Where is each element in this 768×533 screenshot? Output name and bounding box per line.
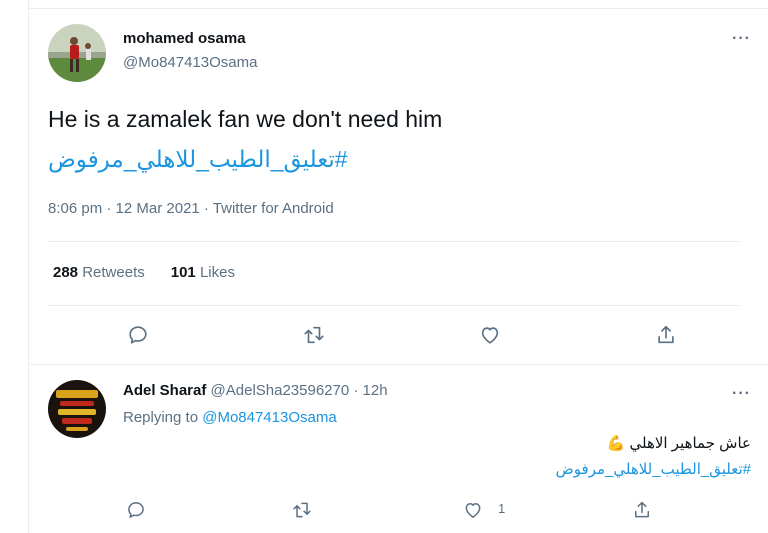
retweet-icon[interactable]	[289, 497, 315, 523]
replying-to-link[interactable]: @Mo847413Osama	[202, 409, 336, 426]
reply-time[interactable]: · 12h	[353, 382, 387, 399]
author-name[interactable]: mohamed osama	[123, 30, 246, 47]
retweet-icon[interactable]	[301, 322, 327, 348]
muscle-emoji: 💪	[606, 435, 626, 452]
like-count: 101	[170, 264, 196, 281]
replying-prefix: Replying to	[123, 409, 199, 426]
likes-stat[interactable]: 101 Likes	[171, 264, 235, 281]
reply-header: Adel Sharaf @AdelSha23596270 · 12h	[123, 382, 388, 399]
like-icon[interactable]	[477, 322, 503, 348]
reply-like-count: 1	[498, 501, 506, 516]
top-divider	[28, 8, 768, 9]
share-icon[interactable]	[653, 322, 679, 348]
reply-icon[interactable]	[125, 322, 151, 348]
reply-author-name[interactable]: Adel Sharaf	[123, 382, 206, 399]
divider	[48, 241, 740, 242]
like-icon[interactable]	[460, 497, 486, 523]
reply-body: عاش جماهير الاهلي	[629, 435, 752, 452]
retweets-stat[interactable]: 288 Retweets	[53, 264, 145, 281]
author-handle[interactable]: @Mo847413Osama	[123, 54, 257, 71]
more-options-icon[interactable]: ···	[732, 385, 751, 403]
reply-author-handle[interactable]: @AdelSha23596270	[211, 382, 350, 399]
tweet-text: He is a zamalek fan we don't need him	[48, 106, 443, 132]
avatar[interactable]	[48, 24, 106, 82]
reply-text: عاش جماهير الاهلي 💪	[607, 434, 751, 452]
tweet-stats: 288 Retweets 101 Likes	[53, 264, 235, 281]
divider	[48, 305, 740, 306]
avatar[interactable]	[48, 380, 106, 438]
share-icon[interactable]	[629, 497, 655, 523]
tweet-metadata[interactable]: 8:06 pm · 12 Mar 2021 · Twitter for Andr…	[48, 200, 334, 217]
reply-icon[interactable]	[123, 497, 149, 523]
retweet-count: 288	[53, 264, 79, 281]
reply-hashtag-link[interactable]: #تعليق_الطيب_للاهلي_مرفوض	[556, 460, 751, 478]
hashtag-link[interactable]: #تعليق_الطيب_للاهلي_مرفوض	[48, 146, 428, 173]
like-label: Likes	[199, 264, 235, 281]
replying-to: Replying to @Mo847413Osama	[123, 409, 337, 426]
divider	[28, 364, 768, 365]
retweet-label: Retweets	[82, 264, 145, 281]
more-options-icon[interactable]: ···	[732, 30, 751, 48]
